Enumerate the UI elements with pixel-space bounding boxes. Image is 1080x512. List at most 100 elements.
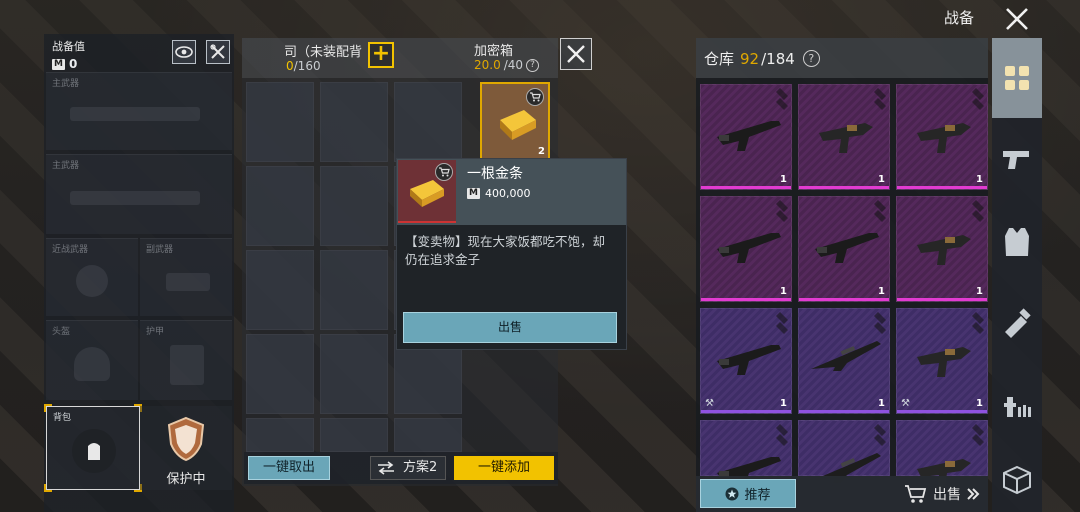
loadout-header: 战备值 M 0 [44,34,234,71]
backpack-cell[interactable] [394,418,462,452]
close-encrypted-button[interactable] [560,38,592,70]
rarity-markers [870,200,886,234]
backpack-cell[interactable] [246,418,314,452]
protection-label: 保护中 [166,472,206,487]
warehouse-item[interactable]: ⚒ 1 [896,308,988,414]
add-all-button[interactable]: 一键添加 [454,456,554,480]
rifle-silhouette-icon [70,191,200,205]
backpack-cell[interactable] [320,334,388,414]
swap-icon [378,461,394,475]
backpack-cell[interactable] [246,166,314,246]
help-icon[interactable]: ? [802,50,820,67]
wrench-icon: ⚒ [901,398,910,409]
rifle-silhouette-icon [70,107,200,121]
backpack-slot[interactable]: 背包 [44,404,142,492]
secondary-weapon-slot[interactable]: 副武器 [140,238,232,316]
rarity-markers [968,88,984,122]
close-button[interactable] [998,2,1036,36]
warehouse-sell-button[interactable]: 出售 [904,484,980,504]
warehouse-item[interactable]: 1 [798,308,890,414]
tab-attachments[interactable] [992,284,1042,364]
armor-slot[interactable]: 护甲 [140,320,232,400]
item-description: 【变卖物】现在大家饭都吃不饱，却仍在追求金子 [405,234,606,267]
pistol-silhouette-icon [166,273,210,291]
rarity-stripe [701,410,791,413]
warehouse-item[interactable]: 1 [798,196,890,302]
tab-medical[interactable] [992,366,1042,446]
slot-label: 副武器 [146,245,174,255]
recommend-label: 推荐 [744,488,771,503]
tab-weapons[interactable] [992,120,1042,200]
backpack-header: 司（未装配背 0/160 + [242,38,470,78]
take-all-button[interactable]: 一键取出 [248,456,330,480]
loadout-value: M 0 [52,57,226,71]
backpack-cell[interactable] [320,418,388,452]
backpack-capacity-used: 0 [286,59,294,73]
item-count: 1 [976,398,983,409]
plan-button[interactable]: 方案2 [370,456,446,480]
gold-bar-item[interactable]: 2 [480,82,550,160]
warehouse-item[interactable]: 1 [798,84,890,190]
primary-weapon-slot-1[interactable]: 主武器 [46,72,232,150]
category-tabs [992,38,1042,512]
wrench-icon: ⚒ [705,398,714,409]
sell-button[interactable]: 出售 [403,312,617,343]
backpack-cell[interactable] [246,82,314,162]
backpack-cell[interactable] [320,82,388,162]
warehouse-label: 仓库 [704,50,735,68]
backpack-capacity: 0/160 [286,59,321,73]
tab-armor[interactable] [992,202,1042,282]
grid-icon [1005,66,1029,90]
warehouse-item[interactable]: 1 [700,196,792,302]
melee-weapon-slot[interactable]: 近战武器 [46,238,138,316]
warehouse-item[interactable]: 1 [700,84,792,190]
loadout-value-number: 0 [68,57,78,71]
encrypted-box-capacity: 20.0/40 ? [474,58,540,72]
armor-silhouette-icon [170,345,204,385]
backpack-cell[interactable] [394,82,462,162]
sell-cart-icon [526,88,544,106]
star-icon [725,487,739,500]
rarity-stripe [897,186,987,189]
protection-slot[interactable]: 保护中 [140,406,232,490]
backpack-cell[interactable] [246,250,314,330]
item-count: 1 [780,286,787,297]
pistol-icon [1003,151,1029,169]
expand-capacity-button[interactable]: + [368,42,394,68]
rarity-stripe [799,298,889,301]
tools-button[interactable] [206,40,230,64]
warehouse-item[interactable] [896,420,988,489]
backpack-cell[interactable] [320,166,388,246]
gold-bar-count: 2 [538,146,545,157]
eye-button[interactable] [172,40,196,64]
warehouse-item[interactable] [798,420,890,483]
item-price: M 400,000 [467,187,530,200]
primary-weapon-slot-2[interactable]: 主武器 [46,154,232,234]
encrypted-used: 20.0 [474,58,501,72]
close-icon [567,45,585,63]
warehouse-item[interactable]: 1 [896,196,988,302]
help-icon[interactable]: ? [526,58,540,72]
warehouse-item[interactable]: 1 [896,84,988,190]
currency-icon: M [467,188,480,199]
loadout-title: 战备值 [52,40,85,53]
recommend-button[interactable]: 推荐 [700,479,796,508]
backpack-cell[interactable] [320,250,388,330]
tooltip-thumbnail [398,160,456,223]
cart-icon [905,485,927,503]
backpack-capacity-total: /160 [293,59,321,73]
item-count: 1 [976,174,983,185]
backpack-title: 司（未装配背 [284,45,363,60]
eye-icon [175,46,193,58]
helmet-slot[interactable]: 头盔 [46,320,138,400]
warehouse-item[interactable]: ⚒ 1 [700,308,792,414]
currency-icon: M [52,58,65,70]
backpack-cell[interactable] [246,334,314,414]
tab-all[interactable] [992,38,1042,118]
item-price-value: 400,000 [484,187,531,200]
warehouse-item[interactable] [700,420,792,487]
warehouse-used: 92 [740,49,760,68]
tab-supplies[interactable] [992,448,1042,512]
loadout-panel: 战备值 M 0 主武器 主武器 近战武器 副武器 头盔 护甲 背包 保护中 [44,34,234,512]
rarity-markers [870,424,886,458]
